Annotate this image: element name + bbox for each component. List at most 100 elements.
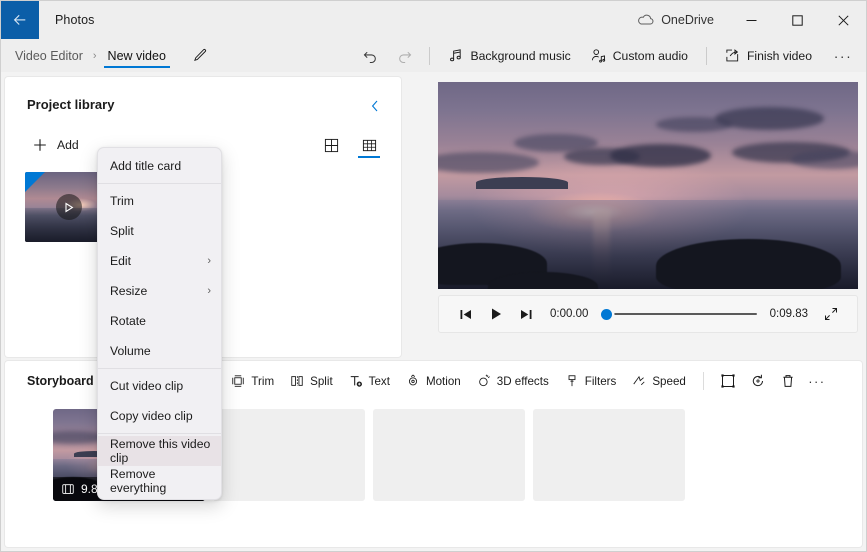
previous-frame-icon: [460, 309, 471, 319]
storyboard-split-button[interactable]: Split: [282, 369, 341, 393]
storyboard-speed-button[interactable]: Speed: [624, 369, 694, 393]
minimize-icon: [746, 19, 756, 21]
context-menu-item-label: Volume: [110, 344, 151, 358]
context-menu-item[interactable]: Cut video clip: [98, 371, 221, 401]
cloud-shape: [610, 144, 711, 167]
storyboard-toolbar: Add title card Trim: [120, 368, 848, 394]
collapse-library-button[interactable]: [365, 97, 385, 120]
storyboard-tool-label: Filters: [584, 374, 617, 388]
context-menu-item[interactable]: Volume: [98, 336, 221, 366]
maximize-button[interactable]: [774, 1, 820, 39]
previous-frame-button[interactable]: [451, 300, 481, 328]
export-icon: [726, 49, 739, 62]
command-bar: Video Editor › New video Background musi…: [1, 39, 866, 72]
context-menu-item-label: Trim: [110, 194, 134, 208]
total-time-label: 0:09.83: [769, 308, 808, 320]
storyboard-separator: [702, 372, 704, 390]
seek-slider[interactable]: [601, 305, 757, 323]
background-music-label: Background music: [470, 48, 571, 63]
selection-corner-marker: [25, 172, 45, 192]
library-view-toggles: [319, 132, 381, 158]
onedrive-status[interactable]: OneDrive: [623, 1, 728, 39]
background-music-button[interactable]: Background music: [438, 44, 580, 67]
rename-project-button[interactable]: [188, 43, 214, 69]
storyboard-tool-label: Trim: [251, 374, 275, 388]
storyboard-empty-slot[interactable]: [213, 409, 365, 501]
view-small-toggle[interactable]: [357, 132, 381, 158]
storyboard-3d-effects-button[interactable]: 3D effects: [469, 369, 557, 393]
titlebar-spacer: [95, 1, 624, 39]
context-menu-item-label: Split: [110, 224, 134, 238]
storyboard-motion-button[interactable]: Motion: [398, 369, 469, 393]
context-menu-item[interactable]: Remove this video clip: [98, 436, 221, 466]
delete-icon: [783, 375, 793, 387]
clip-context-menu: Add title card Trim Split Edit › Resize › Rotat…: [97, 147, 222, 500]
seek-thumb[interactable]: [601, 308, 613, 320]
command-overflow-button[interactable]: ···: [828, 43, 858, 69]
rotate-button[interactable]: [743, 368, 773, 394]
text-icon: [350, 376, 362, 387]
title-bar: Photos OneDrive: [1, 1, 866, 39]
context-menu-separator: [98, 183, 221, 184]
context-menu-item[interactable]: Resize ›: [98, 276, 221, 306]
maximize-icon: [791, 14, 803, 26]
back-button[interactable]: [1, 1, 39, 39]
play-icon[interactable]: [56, 194, 82, 220]
view-large-toggle[interactable]: [319, 132, 343, 158]
context-menu-item[interactable]: Trim: [98, 186, 221, 216]
storyboard-title: Storyboard: [27, 374, 94, 388]
expand-icon: [825, 308, 837, 320]
chevron-left-icon: [371, 100, 378, 112]
island-shape: [475, 177, 569, 189]
storyboard-tool-label: 3D effects: [496, 374, 549, 388]
trim-icon: [232, 375, 245, 387]
context-menu-item-label: Rotate: [110, 314, 146, 328]
command-separator-2: [705, 46, 707, 65]
context-menu-item-label: Copy video clip: [110, 409, 193, 423]
minimize-button[interactable]: [728, 1, 774, 39]
video-preview[interactable]: [438, 82, 858, 289]
project-library-header: Project library: [5, 77, 401, 120]
aspect-ratio-icon: [721, 374, 735, 388]
play-icon: [492, 308, 501, 320]
storyboard-overflow-button[interactable]: ···: [803, 368, 831, 394]
grid-small-icon: [362, 139, 376, 151]
storyboard-tool-label: Motion: [425, 374, 461, 388]
close-button[interactable]: [820, 1, 866, 39]
context-menu-item[interactable]: Remove everything: [98, 466, 221, 496]
fullscreen-button[interactable]: [817, 300, 845, 328]
rotate-icon: [752, 374, 763, 387]
undo-button[interactable]: [353, 43, 387, 69]
storyboard-filters-button[interactable]: Filters: [557, 369, 625, 393]
breadcrumb-new-video[interactable]: New video: [103, 39, 171, 72]
custom-audio-button[interactable]: Custom audio: [581, 44, 698, 67]
context-menu-item[interactable]: Rotate: [98, 306, 221, 336]
window-controls: [728, 1, 866, 39]
context-menu-item[interactable]: Split: [98, 216, 221, 246]
plus-icon: [34, 139, 46, 151]
redo-button[interactable]: [387, 43, 421, 69]
delete-button[interactable]: [773, 368, 803, 394]
command-separator-1: [429, 46, 431, 65]
storyboard-tool-label: Speed: [652, 374, 686, 388]
play-button[interactable]: [481, 300, 511, 328]
storyboard-tool-label: Text: [368, 374, 390, 388]
finish-video-button[interactable]: Finish video: [715, 44, 822, 67]
rock-shape: [656, 239, 842, 289]
storyboard-empty-slot[interactable]: [533, 409, 685, 501]
breadcrumb-video-editor[interactable]: Video Editor: [12, 49, 86, 63]
photos-video-editor-window: Photos OneDrive Video Editor › New video…: [0, 0, 867, 552]
storyboard-trim-button[interactable]: Trim: [223, 369, 282, 393]
filters-icon: [568, 375, 576, 387]
add-media-button[interactable]: Add: [25, 133, 87, 157]
context-menu-item[interactable]: Add title card: [98, 151, 221, 181]
context-menu-separator: [98, 368, 221, 369]
speed-icon: [633, 375, 645, 386]
storyboard-text-button[interactable]: Text: [341, 369, 398, 393]
storyboard-empty-slot[interactable]: [373, 409, 525, 501]
next-frame-button[interactable]: [511, 300, 541, 328]
context-menu-item[interactable]: Copy video clip: [98, 401, 221, 431]
context-menu-item[interactable]: Edit ›: [98, 246, 221, 276]
aspect-ratio-button[interactable]: [713, 368, 743, 394]
context-menu-item-label: Resize: [110, 284, 148, 298]
